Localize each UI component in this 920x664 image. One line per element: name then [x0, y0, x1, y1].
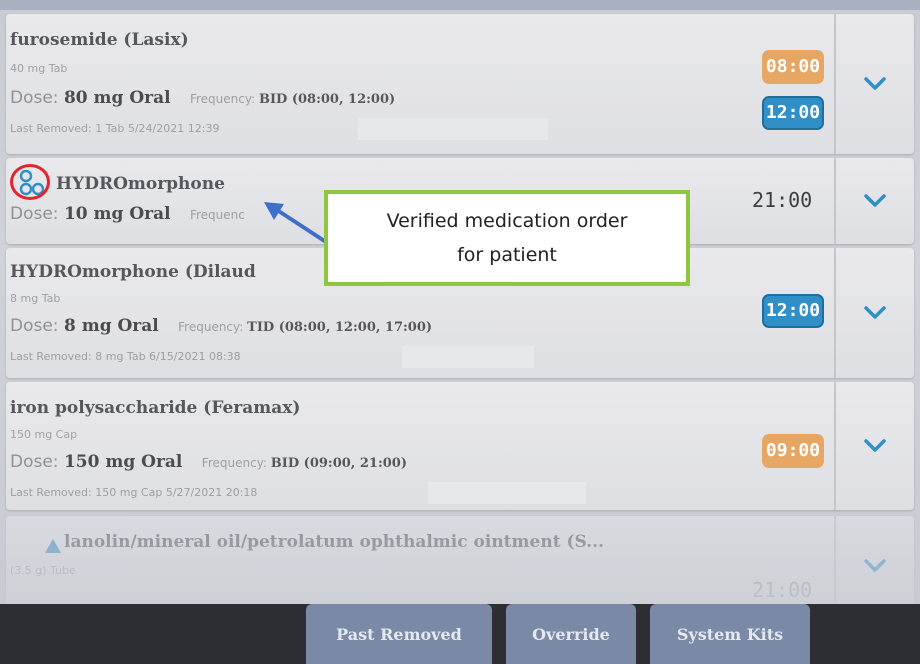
- medication-name: iron polysaccharide (Feramax): [10, 398, 301, 418]
- dose-label: Dose:: [10, 452, 59, 472]
- medication-card-main[interactable]: iron polysaccharide (Feramax) 150 mg Cap…: [6, 382, 830, 510]
- redacted-field: [402, 346, 534, 368]
- callout-line-1: Verified medication order: [386, 210, 628, 232]
- dose-value: 10 mg Oral: [63, 204, 171, 224]
- medication-card-main[interactable]: lanolin/mineral oil/petrolatum ophthalmi…: [6, 516, 830, 616]
- frequency-label: Frequency:: [201, 456, 267, 470]
- expand-button[interactable]: [834, 248, 914, 378]
- callout-line-2: for patient: [457, 244, 557, 266]
- dose-value: 150 mg Oral: [63, 452, 183, 472]
- medication-form: 8 mg Tab: [10, 292, 61, 305]
- chevron-down-icon: [864, 194, 886, 207]
- medication-card-main[interactable]: furosemide (Lasix) 40 mg Tab Dose: 80 mg…: [6, 14, 830, 154]
- system-kits-button[interactable]: System Kits: [650, 604, 810, 664]
- dose-label: Dose:: [10, 204, 59, 224]
- dose-label: Dose:: [10, 88, 59, 108]
- last-removed: Last Removed: 150 mg Cap 5/27/2021 20:18: [10, 486, 258, 499]
- chevron-down-icon: [864, 559, 886, 572]
- dose-value: 80 mg Oral: [63, 88, 171, 108]
- medication-dispense-screen: furosemide (Lasix) 40 mg Tab Dose: 80 mg…: [0, 0, 920, 664]
- time-badge-current[interactable]: 12:00: [762, 96, 824, 130]
- medication-dose: Dose: 10 mg Oral Frequenc: [10, 204, 245, 224]
- frequency-label: Frequenc: [189, 208, 245, 222]
- annotation-arrow-icon: [264, 202, 328, 244]
- medication-dose: Dose: 80 mg Oral Frequency: BID (08:00, …: [10, 88, 395, 108]
- frequency-label: Frequency:: [189, 92, 256, 106]
- frequency-label: Frequency:: [178, 320, 244, 334]
- top-strip: [0, 0, 920, 10]
- expand-button[interactable]: [834, 158, 914, 244]
- frequency-value: TID (08:00, 12:00, 17:00): [247, 320, 433, 335]
- scheduled-time: 21:00: [752, 188, 813, 212]
- override-button[interactable]: Override: [506, 604, 636, 664]
- chevron-down-icon: [864, 77, 886, 90]
- chevron-down-icon: [864, 439, 886, 452]
- medication-dose: Dose: 150 mg Oral Frequency: BID (09:00,…: [10, 452, 407, 472]
- frequency: Frequenc: [190, 208, 245, 222]
- frequency-value: BID (09:00, 21:00): [270, 456, 407, 471]
- time-badge-due[interactable]: 08:00: [762, 50, 824, 84]
- warning-triangle-icon: [45, 539, 61, 553]
- medication-name: HYDROmorphone (Dilaud: [10, 262, 256, 282]
- scheduled-time: 21:00: [752, 578, 813, 602]
- medication-name: lanolin/mineral oil/petrolatum ophthalmi…: [64, 532, 604, 552]
- medication-name: furosemide (Lasix): [10, 30, 189, 50]
- frequency: Frequency: TID (08:00, 12:00, 17:00): [178, 320, 433, 335]
- medication-card[interactable]: iron polysaccharide (Feramax) 150 mg Cap…: [6, 382, 914, 510]
- frequency: Frequency: BID (09:00, 21:00): [201, 456, 407, 471]
- medication-form: (3.5 g) Tube: [10, 564, 76, 577]
- redacted-field: [358, 118, 548, 140]
- frequency-value: BID (08:00, 12:00): [258, 92, 396, 107]
- medication-name: HYDROmorphone: [56, 174, 225, 194]
- expand-button[interactable]: [834, 382, 914, 510]
- last-removed: Last Removed: 1 Tab 5/24/2021 12:39: [10, 122, 220, 135]
- dose-value: 8 mg Oral: [63, 316, 159, 336]
- past-removed-button[interactable]: Past Removed: [306, 604, 492, 664]
- annotation-ring: [10, 164, 50, 200]
- annotation-callout: Verified medication order for patient: [324, 190, 690, 286]
- time-badge-due[interactable]: 09:00: [762, 434, 824, 468]
- last-removed: Last Removed: 8 mg Tab 6/15/2021 08:38: [10, 350, 241, 363]
- expand-button[interactable]: [834, 14, 914, 154]
- medication-dose: Dose: 8 mg Oral Frequency: TID (08:00, 1…: [10, 316, 432, 336]
- medication-card[interactable]: lanolin/mineral oil/petrolatum ophthalmi…: [6, 516, 914, 616]
- medication-form: 150 mg Cap: [10, 428, 78, 441]
- frequency: Frequency: BID (08:00, 12:00): [189, 92, 396, 107]
- time-badge-current[interactable]: 12:00: [762, 294, 824, 328]
- dose-label: Dose:: [10, 316, 59, 336]
- chevron-down-icon: [864, 306, 886, 319]
- medication-card[interactable]: furosemide (Lasix) 40 mg Tab Dose: 80 mg…: [6, 14, 914, 154]
- expand-button[interactable]: [834, 516, 914, 616]
- medication-form: 40 mg Tab: [10, 62, 68, 75]
- redacted-field: [428, 482, 586, 504]
